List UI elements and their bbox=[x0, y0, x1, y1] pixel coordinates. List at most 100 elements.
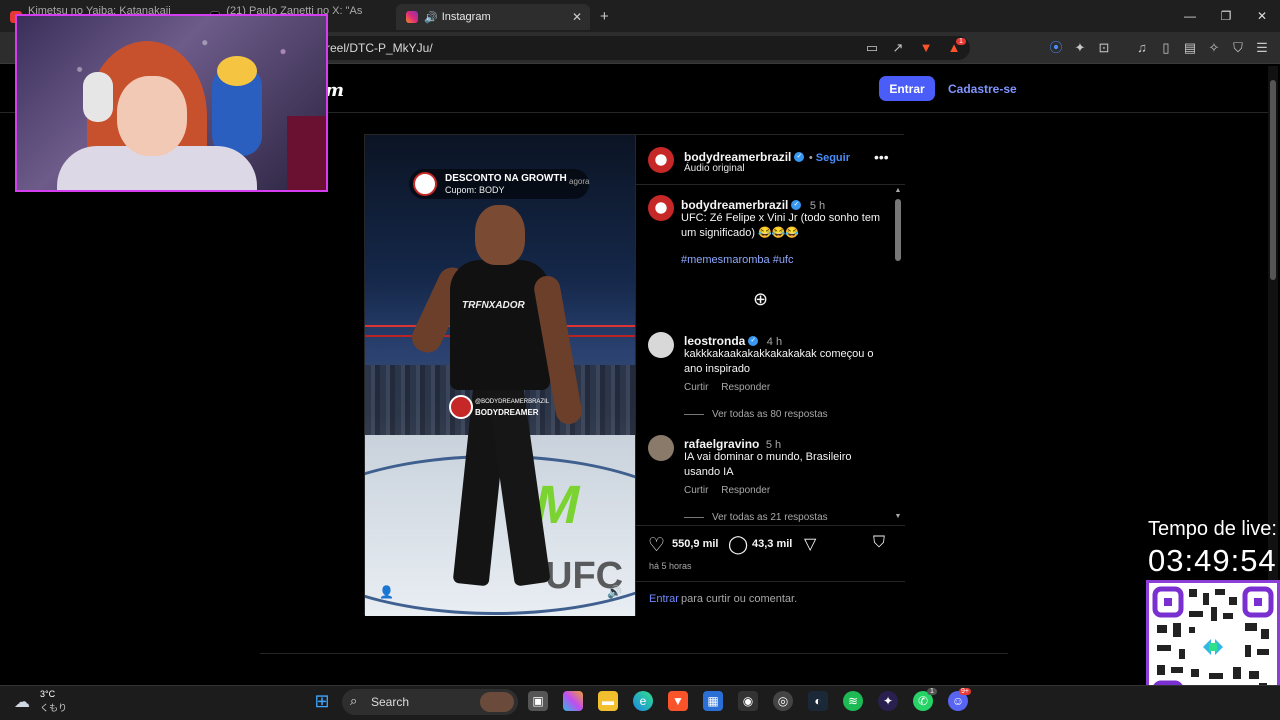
edge-icon[interactable]: e bbox=[633, 691, 653, 711]
audio-playing-icon[interactable]: ⦿ bbox=[1048, 40, 1064, 56]
app-icon[interactable]: ✦ bbox=[878, 691, 898, 711]
brave-browser-icon[interactable]: ▼ bbox=[668, 691, 688, 711]
search-label: Search bbox=[371, 695, 410, 709]
login-prompt: Entrar para curtir ou comentar. bbox=[636, 581, 905, 615]
save-icon[interactable]: ⛉ bbox=[873, 534, 885, 552]
rewards-badge: 1 bbox=[956, 38, 966, 45]
comment-text: IA vai dominar o mundo, Brasileiro usand… bbox=[684, 451, 852, 478]
restore-icon[interactable]: ❐ bbox=[1208, 0, 1244, 32]
scroll-up-icon[interactable]: ▲ bbox=[894, 187, 902, 194]
sidebar-icon[interactable]: ▯ bbox=[1158, 40, 1174, 56]
tab-instagram[interactable]: 🔊 Instagram ✕ bbox=[396, 4, 590, 30]
live-timer: 03:49:54 bbox=[1148, 543, 1277, 578]
window-controls: — ❐ ✕ bbox=[1172, 0, 1280, 32]
capture-app-icon[interactable]: ◉ bbox=[738, 691, 758, 711]
author-avatar[interactable] bbox=[648, 147, 674, 173]
view-replies-link[interactable]: Ver todas as 80 respostas bbox=[712, 409, 828, 420]
file-explorer-icon[interactable]: ▬ bbox=[598, 691, 618, 711]
promo-time: agora bbox=[569, 177, 590, 186]
signup-link[interactable]: Cadastre-se bbox=[948, 82, 1017, 96]
like-icon[interactable]: ♡ bbox=[648, 534, 665, 557]
watermark-handle: @BODYDREAMERBRAZIL bbox=[475, 399, 550, 405]
steam-icon[interactable]: ◐ bbox=[808, 691, 828, 711]
weather-temperature[interactable]: 3°C bbox=[40, 689, 55, 699]
spotify-icon[interactable]: ≋ bbox=[843, 691, 863, 711]
tagged-user-icon[interactable]: 👤 bbox=[379, 585, 394, 599]
comments-scroll-thumb[interactable] bbox=[895, 199, 901, 261]
more-options-icon[interactable]: ••• bbox=[874, 149, 889, 165]
obs-icon[interactable]: ◎ bbox=[773, 691, 793, 711]
login-prompt-text: para curtir ou comentar. bbox=[681, 593, 798, 605]
promo-subtitle: Cupom: BODY bbox=[445, 185, 505, 195]
cast-icon[interactable]: ▭ bbox=[864, 40, 880, 56]
task-view-icon[interactable]: ▣ bbox=[528, 691, 548, 711]
post-sidebar: bodydreamerbrazil ✓ • Seguir Áudio origin… bbox=[635, 135, 905, 616]
login-prompt-link[interactable]: Entrar bbox=[649, 593, 679, 605]
whatsapp-badge: 1 bbox=[927, 688, 937, 695]
comment-username[interactable]: leostronda bbox=[684, 334, 745, 348]
volume-icon[interactable]: 🔊 bbox=[607, 585, 622, 599]
watermark-name: BODYDREAMER bbox=[475, 408, 539, 417]
screenshot-icon[interactable]: ⊡ bbox=[1096, 40, 1112, 56]
live-time-label: Tempo de live: bbox=[1148, 518, 1277, 540]
search-highlight-icon bbox=[480, 692, 514, 712]
login-button[interactable]: Entrar bbox=[879, 76, 935, 101]
comment-username[interactable]: rafaelgravino bbox=[684, 437, 759, 451]
search-icon: ⌕ bbox=[350, 693, 358, 708]
caption-text: UFC: Zé Felipe x Vini Jr (todo sonho tem… bbox=[681, 212, 881, 239]
tab-label: Instagram bbox=[441, 11, 491, 23]
minimize-icon[interactable]: — bbox=[1172, 0, 1208, 32]
promo-title: DESCONTO NA GROWTH bbox=[445, 173, 567, 184]
comment-like-button[interactable]: Curtir bbox=[684, 485, 708, 496]
growth-logo-icon bbox=[413, 172, 437, 196]
copilot-icon[interactable] bbox=[563, 691, 583, 711]
vpn-icon[interactable]: ⛉ bbox=[1230, 40, 1246, 56]
share-icon[interactable]: ▽ bbox=[804, 534, 816, 554]
load-more-comments-icon[interactable]: ⊕ bbox=[753, 289, 768, 310]
windows-start-icon[interactable]: ⊞ bbox=[312, 691, 332, 711]
speaker-icon: 🔊 bbox=[424, 11, 438, 24]
share-icon[interactable]: ↗ bbox=[890, 40, 906, 56]
audio-label[interactable]: Áudio original bbox=[684, 163, 745, 174]
close-tab-icon[interactable]: ✕ bbox=[572, 10, 582, 24]
commenter-avatar[interactable] bbox=[648, 435, 674, 461]
video-watermark: @BODYDREAMERBRAZIL BODYDREAMER bbox=[449, 395, 559, 421]
wallet-icon[interactable]: ▤ bbox=[1182, 40, 1198, 56]
caption-avatar[interactable] bbox=[648, 195, 674, 221]
comment-text: kakkkakaakakakkakakakak começou o ano in… bbox=[684, 348, 874, 375]
reel-video[interactable]: M UFC TRFNXADOR DESCONTO NA GROWTH Cupom… bbox=[365, 135, 635, 616]
page-scroll-thumb[interactable] bbox=[1270, 80, 1276, 280]
author-username[interactable]: bodydreamerbrazil bbox=[684, 150, 791, 164]
url-text: reel/DTC-P_MkYJu/ bbox=[326, 41, 433, 55]
menu-icon[interactable]: ☰ bbox=[1254, 40, 1270, 56]
verified-icon: ✓ bbox=[748, 335, 759, 346]
verified-icon: ✓ bbox=[791, 199, 802, 210]
extensions-icon[interactable]: ✦ bbox=[1072, 40, 1088, 56]
comment-reply-button[interactable]: Responder bbox=[721, 485, 770, 496]
store-icon[interactable]: ▦ bbox=[703, 691, 723, 711]
scroll-down-icon[interactable]: ▼ bbox=[894, 513, 902, 520]
reel-post: M UFC TRFNXADOR DESCONTO NA GROWTH Cupom… bbox=[364, 134, 905, 616]
brave-shield-icon[interactable]: ▼ bbox=[918, 40, 934, 56]
close-window-icon[interactable]: ✕ bbox=[1244, 0, 1280, 32]
leo-ai-icon[interactable]: ✧ bbox=[1206, 40, 1222, 56]
footer-divider bbox=[260, 653, 1008, 654]
caption-username[interactable]: bodydreamerbrazil bbox=[681, 198, 788, 212]
new-tab-icon[interactable]: + bbox=[600, 8, 609, 25]
music-icon[interactable]: ♫ bbox=[1134, 40, 1150, 56]
caption-hashtags[interactable]: #memesmaromba #ufc bbox=[681, 254, 794, 266]
comment-icon[interactable]: ◯ bbox=[728, 534, 748, 555]
likes-count[interactable]: 550,9 mil bbox=[672, 538, 718, 550]
watermark-avatar bbox=[449, 395, 473, 419]
follow-button[interactable]: Seguir bbox=[816, 152, 850, 164]
comment-like-button[interactable]: Curtir bbox=[684, 382, 708, 393]
verified-icon: ✓ bbox=[794, 151, 805, 162]
commenter-avatar[interactable] bbox=[648, 332, 674, 358]
view-replies-link[interactable]: Ver todas as 21 respostas bbox=[712, 512, 828, 522]
weather-condition[interactable]: くもり bbox=[40, 701, 67, 714]
comment-reply-button[interactable]: Responder bbox=[721, 382, 770, 393]
instagram-icon bbox=[406, 11, 418, 23]
comments-count[interactable]: 43,3 mil bbox=[752, 538, 792, 550]
cloud-icon[interactable]: ☁ bbox=[14, 692, 30, 712]
discord-badge: 9+ bbox=[959, 688, 971, 695]
